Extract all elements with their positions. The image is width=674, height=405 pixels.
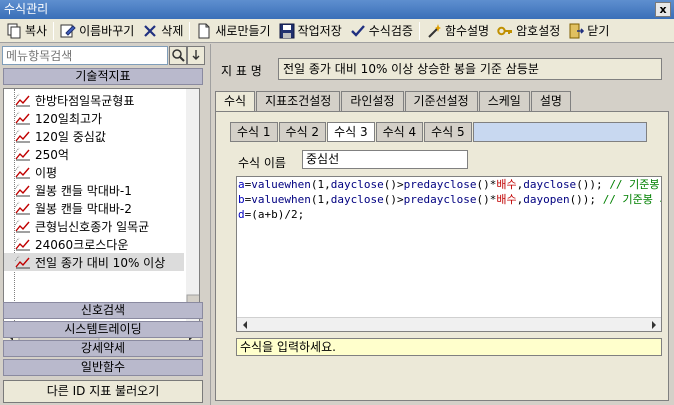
list-item-label: 월봉 캔들 막대바-1 (35, 183, 132, 198)
subtab-formula-3[interactable]: 수식 3 (327, 122, 375, 142)
list-item[interactable]: 전일 종가 대비 10% 이상 (4, 253, 184, 271)
category-technical-indicators[interactable]: 기술적지표 (3, 68, 203, 85)
formula-panel: 수식 1 수식 2 수식 3 수식 4 수식 5 수식 이름 중심선 a=val… (215, 111, 669, 401)
chart-line-icon (14, 183, 30, 197)
close-button[interactable]: 닫기 (564, 20, 613, 41)
formula-line: b=valuewhen(1,dayclose()>predayclose()*배… (238, 193, 661, 206)
list-item[interactable]: 120일최고가 (4, 109, 184, 127)
subtab-strip-filler (472, 122, 647, 142)
tab-scale[interactable]: 스케일 (478, 91, 530, 111)
chart-line-icon (14, 219, 30, 233)
tab-formula[interactable]: 수식 (215, 91, 256, 111)
list-item-label: 24060크로스다운 (35, 237, 129, 252)
rename-icon (60, 23, 76, 39)
toolbar-separator (189, 21, 191, 40)
delete-button[interactable]: 삭제 (138, 20, 187, 41)
check-icon (350, 23, 366, 39)
save-button[interactable]: 작업저장 (275, 20, 346, 41)
save-icon (279, 23, 295, 39)
toolbar-separator (418, 21, 420, 40)
category-system-trading[interactable]: 시스템트레이딩 (3, 321, 203, 338)
formula-name-label: 수식 이름 (238, 156, 286, 170)
chart-line-icon (14, 93, 30, 107)
close-icon[interactable]: x (655, 2, 671, 17)
copy-button[interactable]: 복사 (2, 20, 51, 41)
category-strength-weakness[interactable]: 강세약세 (3, 340, 203, 357)
editor-horizontal-scrollbar[interactable] (237, 317, 661, 331)
formula-name-input[interactable]: 중심선 (302, 150, 468, 169)
toolbar-separator (53, 21, 55, 40)
list-item[interactable]: 월봉 캔들 막대바-2 (4, 199, 184, 217)
subtab-formula-4[interactable]: 수식 4 (375, 122, 424, 142)
chart-line-icon (14, 129, 30, 143)
window-title: 수식관리 (4, 2, 49, 16)
new-document-icon (196, 23, 212, 39)
left-panel: 기술적지표 한방타점일목균형표 120일최고가 120일 중심값 250억이평월봉 캔… (0, 44, 206, 405)
indicator-name-label: 지 표 명 (221, 64, 262, 78)
toolbar: 복사 이름바꾸기 삭제 새로만들기 작업저장 수식검증 함수설명 암호설정 닫기 (0, 19, 674, 43)
chart-line-icon (14, 201, 30, 215)
list-item[interactable]: 큰형님신호종가 일목균 (4, 217, 184, 235)
function-help-button[interactable]: 함수설명 (422, 20, 493, 41)
subtab-formula-1[interactable]: 수식 1 (230, 122, 278, 142)
formula-editor[interactable]: a=valuewhen(1,dayclose()>predayclose()*배… (236, 176, 662, 332)
rename-button[interactable]: 이름바꾸기 (56, 20, 138, 41)
chart-line-icon (14, 165, 30, 179)
tab-line-settings[interactable]: 라인설정 (341, 91, 404, 111)
main-tabs: 수식 지표조건설정 라인설정 기준선설정 스케일 설명 (215, 91, 572, 111)
list-item[interactable]: 한방타점일목균형표 (4, 91, 184, 109)
key-icon (497, 23, 513, 39)
category-signal-search[interactable]: 신호검색 (3, 302, 203, 319)
password-button[interactable]: 암호설정 (493, 20, 564, 41)
list-item-label: 한방타점일목균형표 (35, 93, 135, 108)
list-item-label: 월봉 캔들 막대바-2 (35, 201, 132, 216)
chart-line-icon (14, 255, 30, 269)
verify-button[interactable]: 수식검증 (346, 20, 417, 41)
tab-baseline-settings[interactable]: 기준선설정 (404, 91, 478, 111)
subtab-formula-5[interactable]: 수식 5 (424, 122, 472, 142)
formula-hint: 수식을 입력하세요. (236, 338, 662, 356)
list-item-label: 이평 (35, 165, 58, 180)
search-down-button[interactable] (187, 46, 205, 65)
chart-line-icon (14, 111, 30, 125)
delete-icon (142, 23, 158, 39)
list-item-label: 큰형님신호종가 일목균 (35, 219, 150, 234)
list-item-label: 250억 (35, 147, 69, 162)
list-item-label: 120일최고가 (35, 111, 103, 126)
exit-icon (568, 23, 585, 39)
list-vertical-scrollbar[interactable] (186, 89, 199, 329)
list-item[interactable]: 24060크로스다운 (4, 235, 184, 253)
search-icon (172, 49, 185, 62)
search-button[interactable] (169, 46, 187, 65)
arrow-down-icon (192, 50, 200, 60)
list-item[interactable]: 월봉 캔들 막대바-1 (4, 181, 184, 199)
indicator-name-field[interactable]: 전일 종가 대비 10% 이상 상승한 봉을 기준 삼등분 (278, 58, 662, 80)
menu-search-input[interactable] (2, 46, 168, 65)
copy-icon (6, 23, 22, 39)
chart-line-icon (14, 147, 30, 161)
magic-wand-icon (426, 23, 442, 39)
list-item-label: 120일 중심값 (35, 129, 106, 144)
subtab-formula-2[interactable]: 수식 2 (278, 122, 327, 142)
load-other-id-button[interactable]: 다른 ID 지표 불러오기 (3, 380, 203, 403)
new-button[interactable]: 새로만들기 (192, 20, 274, 41)
formula-line: d=(a+b)/2; (238, 208, 305, 221)
formula-line: a=valuewhen(1,dayclose()>predayclose()*배… (238, 178, 661, 191)
list-item[interactable]: 이평 (4, 163, 184, 181)
window-titlebar: 수식관리 x (0, 0, 674, 19)
list-item-label: 전일 종가 대비 10% 이상 (35, 255, 166, 270)
tab-indicator-conditions[interactable]: 지표조건설정 (256, 91, 341, 111)
right-panel: 지 표 명 전일 종가 대비 10% 이상 상승한 봉을 기준 삼등분 수식 지… (210, 44, 674, 405)
tab-description[interactable]: 설명 (530, 91, 571, 111)
chart-line-icon (14, 237, 30, 251)
list-item[interactable]: 120일 중심값 (4, 127, 184, 145)
list-item[interactable]: 250억 (4, 145, 184, 163)
category-general-functions[interactable]: 일반함수 (3, 359, 203, 376)
formula-subtabs: 수식 1 수식 2 수식 3 수식 4 수식 5 (230, 122, 647, 142)
